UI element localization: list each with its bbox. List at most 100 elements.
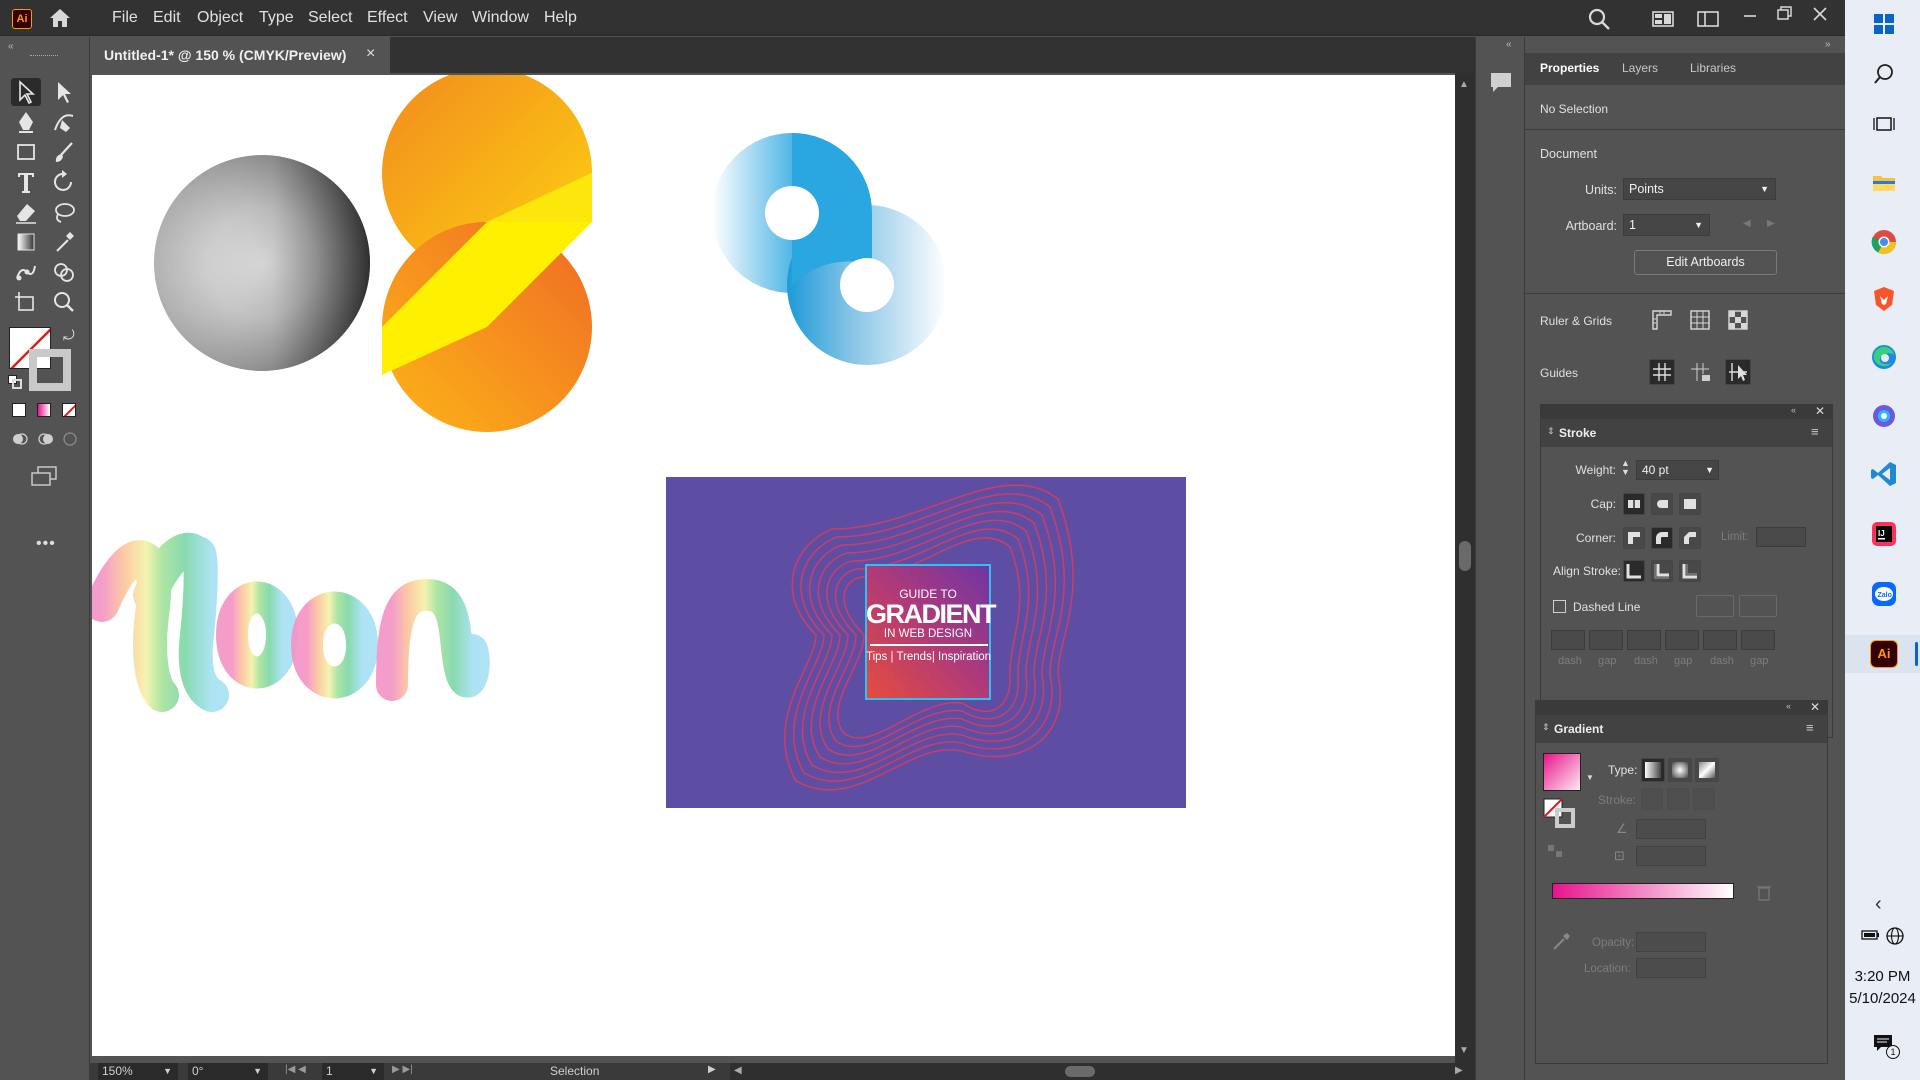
edit-artboards-button[interactable]: Edit Artboards: [1634, 250, 1777, 275]
chevron-down-icon[interactable]: ▼: [1760, 179, 1769, 199]
close-panel-icon[interactable]: ✕: [1810, 700, 1820, 714]
selection-tool-icon[interactable]: [11, 78, 41, 106]
round-cap-icon[interactable]: [1651, 493, 1673, 515]
chevron-down-icon[interactable]: ▼: [253, 1063, 262, 1080]
copilot-icon[interactable]: [1870, 402, 1898, 430]
gap-field-1[interactable]: [1589, 630, 1623, 650]
gradient-preset-dropdown-icon[interactable]: ▼: [1586, 773, 1594, 782]
last-artboard-icon[interactable]: ▶ ▶|: [392, 1064, 413, 1075]
more-tools-icon[interactable]: •••: [36, 535, 56, 553]
lock-guides-icon[interactable]: [1687, 359, 1713, 385]
vscode-icon[interactable]: [1870, 460, 1898, 488]
direct-selection-tool-icon[interactable]: [49, 78, 79, 106]
menu-file[interactable]: File: [112, 9, 138, 27]
search-icon[interactable]: [1870, 60, 1898, 88]
puppet-warp-tool-icon[interactable]: [11, 258, 41, 286]
intellij-icon[interactable]: IJ: [1870, 520, 1898, 548]
vertical-scrollbar[interactable]: ▲ ▼: [1455, 73, 1475, 1063]
align-inside-icon[interactable]: [1651, 560, 1673, 582]
gradient-tool-icon[interactable]: [11, 228, 41, 256]
windows-start-icon[interactable]: [1870, 10, 1898, 38]
restore-icon[interactable]: [1775, 4, 1795, 24]
pen-tool-icon[interactable]: [11, 108, 41, 136]
paintbrush-tool-icon[interactable]: [49, 138, 79, 166]
eyedropper-icon[interactable]: [1551, 932, 1571, 952]
rotation-field[interactable]: 0° ▼: [188, 1063, 268, 1080]
neon-text-artwork[interactable]: [92, 532, 490, 712]
gradient-panel-titlebar[interactable]: « ✕: [1536, 700, 1827, 715]
chevron-down-icon[interactable]: ▼: [163, 1063, 172, 1080]
menu-object[interactable]: Object: [197, 9, 243, 27]
minimize-icon[interactable]: [1740, 6, 1760, 26]
panel-menu-icon[interactable]: ≡: [1806, 720, 1814, 735]
aspect-ratio-field[interactable]: [1636, 846, 1706, 866]
fill-stroke-toggle-icon[interactable]: [1543, 798, 1577, 828]
transparency-grid-icon[interactable]: [1726, 308, 1750, 332]
menu-view[interactable]: View: [423, 9, 457, 27]
gradient-mode-icon[interactable]: [37, 403, 51, 417]
illustrator-icon[interactable]: Ai: [1870, 640, 1898, 668]
artboard[interactable]: GUIDE TO GRADIENT IN WEB DESIGN Tips | T…: [92, 75, 1455, 1056]
grid-icon[interactable]: [1688, 308, 1712, 332]
default-fill-stroke-icon[interactable]: [8, 375, 22, 389]
angle-field[interactable]: [1636, 819, 1706, 839]
close-window-icon[interactable]: [1810, 4, 1830, 24]
expand-dock-icon[interactable]: «: [1506, 39, 1512, 50]
menu-type[interactable]: Type: [259, 9, 294, 27]
task-view-icon[interactable]: [1870, 110, 1898, 138]
collapse-panel-icon[interactable]: «: [1786, 701, 1791, 711]
stroke-panel-titlebar[interactable]: « ✕: [1541, 404, 1832, 419]
collapse-toolbar-icon[interactable]: «: [8, 41, 14, 52]
panel-menu-icon[interactable]: ≡: [1811, 424, 1819, 439]
butt-cap-icon[interactable]: [1623, 493, 1645, 515]
blue-loop-shape[interactable]: [712, 133, 947, 365]
search-icon[interactable]: [1587, 7, 1611, 31]
close-tab-icon[interactable]: ×: [366, 45, 375, 63]
close-panel-icon[interactable]: ✕: [1815, 404, 1825, 418]
artboard-nav-field[interactable]: 1 ▼: [322, 1063, 384, 1080]
horizontal-scrollbar[interactable]: ◀ ▶: [730, 1063, 1475, 1080]
radial-gradient-icon[interactable]: [1668, 758, 1692, 782]
status-mode[interactable]: Selection: [550, 1064, 599, 1078]
lasso-tool-icon[interactable]: [49, 198, 79, 226]
eraser-tool-icon[interactable]: [11, 198, 41, 226]
taskbar-date[interactable]: 5/10/2024: [1845, 990, 1920, 1007]
swap-fill-stroke-icon[interactable]: ⤾: [63, 327, 75, 344]
rotate-tool-icon[interactable]: [49, 168, 79, 196]
delete-stop-icon[interactable]: [1756, 883, 1772, 901]
workspace-layout-icon[interactable]: [1652, 11, 1674, 27]
edge-icon[interactable]: [1870, 343, 1898, 371]
scrollbar-thumb[interactable]: [1459, 541, 1471, 571]
units-select[interactable]: Points ▼: [1623, 178, 1776, 200]
previous-artboard-icon[interactable]: ◀: [1743, 218, 1751, 229]
draw-mode-icon[interactable]: [10, 429, 30, 449]
curvature-tool-icon[interactable]: [49, 108, 79, 136]
toolbar-grip[interactable]: [30, 55, 58, 58]
menu-select[interactable]: Select: [308, 9, 352, 27]
status-menu-icon[interactable]: ▶: [708, 1064, 716, 1075]
align-center-icon[interactable]: [1623, 560, 1645, 582]
reverse-gradient-icon[interactable]: [1546, 841, 1566, 861]
miter-join-icon[interactable]: [1623, 527, 1645, 549]
panel-toggle-arrow-icon[interactable]: ⇕: [1542, 722, 1550, 733]
zoom-tool-icon[interactable]: [49, 288, 79, 316]
weight-field[interactable]: 40 pt ▼: [1636, 460, 1719, 480]
scroll-up-icon[interactable]: ▲: [1459, 79, 1469, 90]
menu-window[interactable]: Window: [472, 9, 529, 27]
chevron-left-icon[interactable]: ‹: [1875, 893, 1882, 916]
menu-help[interactable]: Help: [544, 9, 577, 27]
bevel-join-icon[interactable]: [1679, 527, 1701, 549]
collapse-panels-icon[interactable]: »: [1825, 39, 1831, 50]
zoom-field[interactable]: 150% ▼: [98, 1063, 178, 1080]
screen-mode-icon[interactable]: [30, 465, 58, 487]
panel-toggle-arrow-icon[interactable]: ⇕: [1547, 426, 1555, 437]
chrome-icon[interactable]: [1870, 228, 1898, 256]
taskbar-time[interactable]: 3:20 PM: [1845, 968, 1920, 985]
tab-layers[interactable]: Layers: [1622, 61, 1658, 75]
chevron-down-icon[interactable]: ▼: [369, 1063, 378, 1080]
color-mode-icon[interactable]: [12, 403, 26, 417]
smart-guides-icon[interactable]: [1725, 359, 1751, 385]
gradient-slider[interactable]: [1552, 883, 1734, 899]
first-artboard-icon[interactable]: |◀ ◀: [285, 1064, 306, 1075]
projecting-cap-icon[interactable]: [1679, 493, 1701, 515]
